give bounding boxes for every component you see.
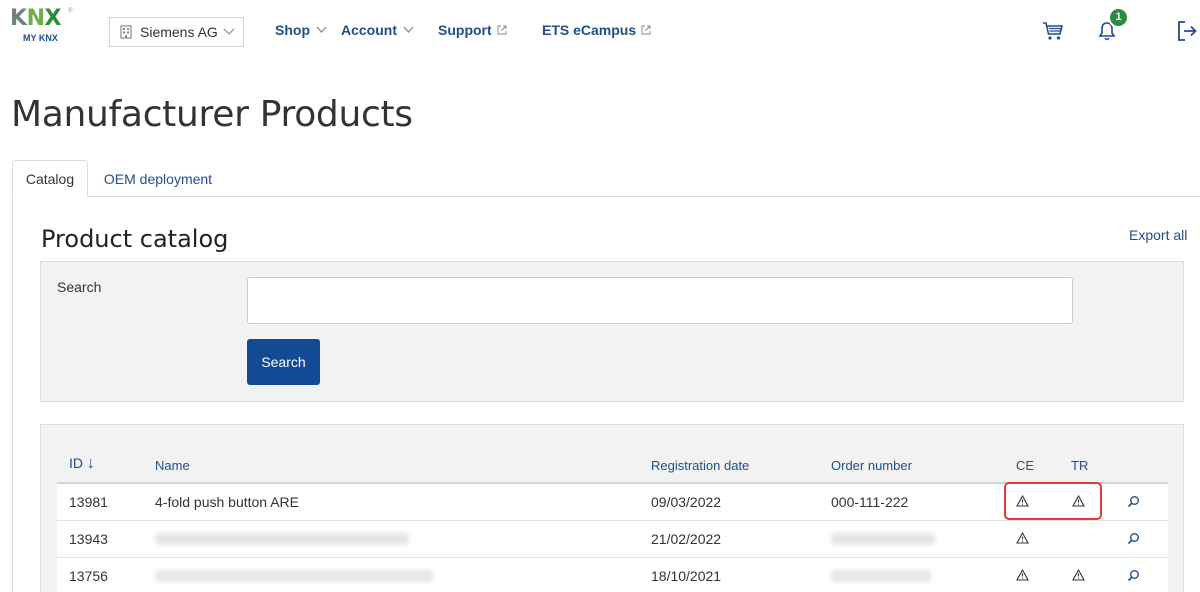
cell-id: 13756 [69, 568, 108, 584]
nav-ecampus[interactable]: ETS eCampus [542, 22, 651, 38]
chevron-down-icon [223, 28, 235, 35]
column-header-order-number[interactable]: Order number [831, 458, 912, 473]
column-header-ce: CE [1016, 458, 1035, 473]
page-title: Manufacturer Products [11, 94, 413, 135]
company-selector[interactable]: Siemens AG [109, 17, 244, 47]
warning-icon [1016, 532, 1029, 544]
external-link-icon [641, 25, 651, 35]
company-name: Siemens AG [140, 24, 218, 40]
logo-subtitle: MY KNX [23, 33, 58, 43]
tab-bar: Catalog OEM deployment [12, 160, 1200, 197]
knx-logo[interactable]: KNX ® MY KNX [10, 6, 72, 46]
nav-ecampus-label: ETS eCampus [542, 22, 637, 38]
search-label: Search [57, 279, 102, 295]
column-header-registration-date[interactable]: Registration date [651, 458, 749, 473]
top-navigation: KNX ® MY KNX Siemens AG Shop Account Sup… [0, 0, 1200, 64]
cell-name: 4-fold push button ARE [155, 494, 299, 510]
product-table: ID ↓ Name Registration date Order number… [57, 442, 1168, 592]
search-panel: Search Search [40, 261, 1184, 402]
sort-desc-icon: ↓ [86, 455, 95, 472]
table-row[interactable]: 13756 18/10/2021 [57, 558, 1168, 592]
chevron-down-icon [403, 26, 414, 33]
redacted-name [155, 570, 433, 582]
column-header-name[interactable]: Name [155, 458, 190, 473]
redacted-order-number [831, 533, 935, 545]
section-title: Product catalog [41, 225, 229, 253]
search-button[interactable]: Search [247, 339, 320, 385]
search-icon[interactable] [1127, 495, 1140, 508]
search-icon[interactable] [1127, 569, 1140, 582]
search-input[interactable] [247, 277, 1073, 324]
tab-oem-deployment[interactable]: OEM deployment [88, 160, 228, 197]
logout-icon[interactable] [1176, 20, 1198, 42]
cell-registration-date: 18/10/2021 [651, 568, 722, 584]
table-header: ID ↓ Name Registration date Order number… [57, 442, 1168, 484]
warning-icon [1016, 569, 1029, 581]
cell-id: 13981 [69, 494, 108, 510]
nav-account-label: Account [341, 22, 397, 38]
redacted-order-number [831, 570, 931, 582]
cell-registration-date: 21/02/2022 [651, 531, 722, 547]
table-row[interactable]: 13943 21/02/2022 [57, 521, 1168, 558]
notification-badge[interactable]: 1 [1108, 7, 1129, 28]
cell-id: 13943 [69, 531, 108, 547]
external-link-icon [497, 25, 507, 35]
tab-catalog[interactable]: Catalog [12, 160, 88, 197]
chevron-down-icon [316, 26, 327, 33]
column-header-id[interactable]: ID ↓ [69, 455, 95, 473]
nav-shop[interactable]: Shop [275, 22, 327, 38]
cart-icon[interactable] [1042, 20, 1064, 42]
building-icon [120, 25, 132, 39]
warning-icon [1072, 569, 1085, 581]
redacted-name [155, 533, 409, 545]
nav-account[interactable]: Account [341, 22, 414, 38]
column-header-tr: TR [1071, 458, 1089, 473]
search-icon[interactable] [1127, 532, 1140, 545]
cell-registration-date: 09/03/2022 [651, 494, 722, 510]
nav-shop-label: Shop [275, 22, 310, 38]
nav-support[interactable]: Support [438, 22, 507, 38]
export-all-link[interactable]: Export all [1129, 227, 1187, 243]
highlight-annotation [1004, 482, 1102, 520]
cell-order-number: 000-111-222 [831, 494, 909, 510]
nav-support-label: Support [438, 22, 492, 38]
table-row[interactable]: 13981 4-fold push button ARE 09/03/2022 … [57, 484, 1168, 521]
